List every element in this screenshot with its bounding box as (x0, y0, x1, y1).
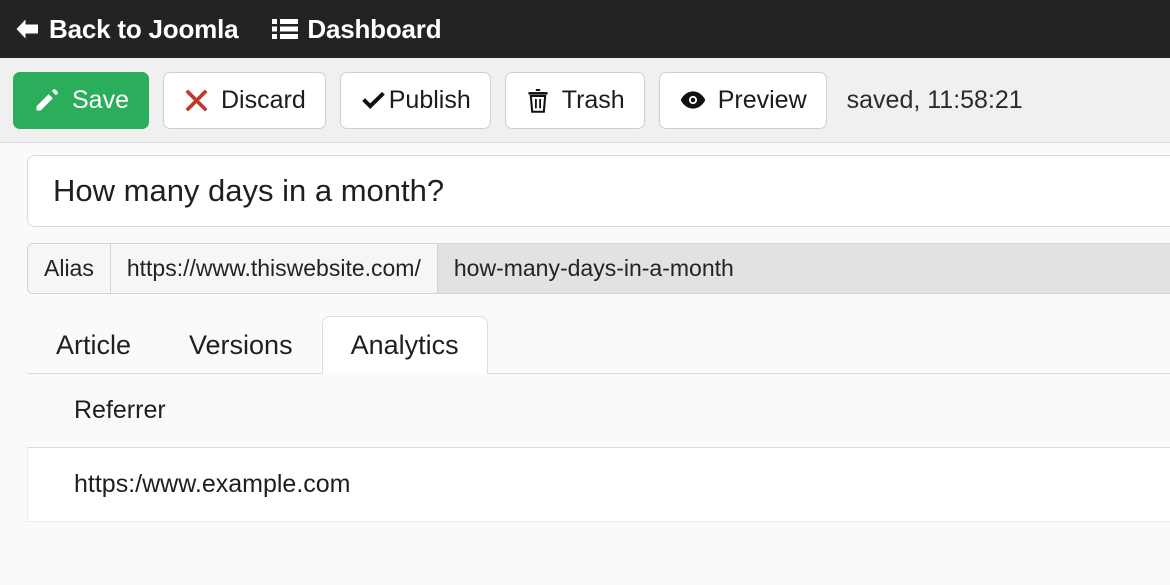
editor-tabs: Article Versions Analytics (27, 315, 1170, 374)
save-button-label: Save (72, 85, 129, 114)
alias-url-prefix: https://www.thiswebsite.com/ (110, 244, 438, 293)
analytics-table-head: Referrer (27, 374, 1170, 448)
tab-versions-label: Versions (189, 330, 293, 360)
dashboard-label: Dashboard (307, 13, 442, 44)
discard-button[interactable]: Discard (162, 71, 326, 129)
analytics-table: Referrer https:/www.example.com (27, 374, 1170, 522)
preview-button[interactable]: Preview (658, 71, 827, 129)
publish-button-label: Publish (388, 85, 471, 114)
alias-field-wrapper: Alias https://www.thiswebsite.com/ how-m… (0, 227, 1170, 294)
editor-toolbar: Save Discard Publish Trash Preview saved… (0, 58, 1170, 143)
editor-tabs-wrapper: Article Versions Analytics (0, 315, 1170, 374)
analytics-table-body: https:/www.example.com (27, 447, 1170, 522)
tab-article-label: Article (56, 330, 132, 360)
check-icon (360, 87, 387, 114)
table-header-row: Referrer (27, 374, 1170, 448)
pencil-icon (33, 86, 61, 114)
back-to-joomla-label: Back to Joomla (49, 13, 239, 44)
dashboard-link[interactable]: Dashboard (272, 13, 442, 45)
tab-analytics-label: Analytics (350, 330, 459, 360)
x-mark-icon (183, 87, 210, 114)
trash-button-label: Trash (561, 85, 625, 114)
trash-icon (525, 87, 551, 114)
eye-icon (679, 86, 707, 114)
analytics-table-wrapper: Referrer https:/www.example.com (0, 374, 1170, 522)
arrow-left-icon (14, 17, 40, 41)
column-header-referrer[interactable]: Referrer (27, 374, 1170, 448)
back-to-joomla-link[interactable]: Back to Joomla (14, 13, 239, 45)
editor-page: Alias https://www.thiswebsite.com/ how-m… (0, 143, 1170, 522)
discard-button-label: Discard (220, 85, 306, 114)
top-navigation-bar: Back to Joomla Dashboard (0, 0, 1170, 58)
alias-label: Alias (28, 244, 111, 293)
cell-referrer: https:/www.example.com (27, 447, 1170, 522)
save-status-text: saved, 11:58:21 (846, 85, 1023, 114)
alias-slug-input[interactable]: how-many-days-in-a-month (437, 244, 1170, 293)
alias-input-group: Alias https://www.thiswebsite.com/ how-m… (27, 243, 1170, 294)
preview-button-label: Preview (717, 85, 807, 114)
tab-analytics[interactable]: Analytics (321, 316, 488, 374)
save-button[interactable]: Save (13, 71, 149, 129)
table-row: https:/www.example.com (27, 447, 1170, 522)
tab-article[interactable]: Article (27, 316, 160, 374)
list-icon (272, 18, 299, 40)
title-field-wrapper (0, 143, 1170, 227)
tab-versions[interactable]: Versions (160, 316, 322, 374)
article-title-input[interactable] (27, 155, 1170, 227)
trash-button[interactable]: Trash (504, 71, 645, 129)
publish-button[interactable]: Publish (339, 71, 491, 129)
